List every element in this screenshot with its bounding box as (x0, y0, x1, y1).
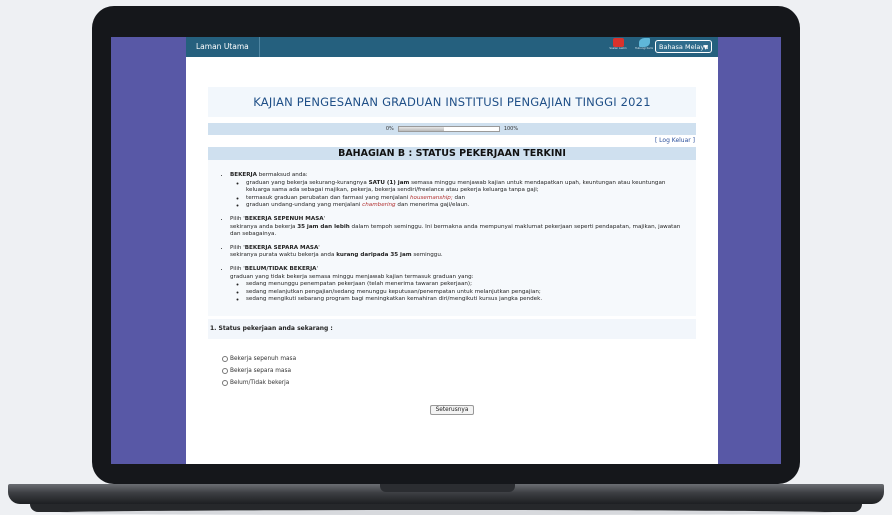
section-title: BAHAGIAN B : STATUS PEKERJAAN TERKINI (208, 147, 696, 160)
language-value: Bahasa Melayu (659, 43, 709, 51)
language-select[interactable]: Bahasa Melayu ▼ (655, 40, 712, 53)
guidance-item-not-working: Pilih 'BELUM/TIDAK BEKERJA' graduan yang… (230, 266, 690, 304)
home-link[interactable]: Laman Utama (186, 37, 260, 57)
status-options: Bekerja sepenuh masa Bekerja separa masa… (208, 339, 696, 389)
laptop-notch (380, 484, 515, 492)
option-full-time[interactable]: Bekerja sepenuh masa (222, 353, 696, 365)
guidance-item-full-time: Pilih 'BEKERJA SEPENUH MASA' sekiranya a… (230, 216, 690, 239)
guidance-item-part-time: Pilih 'BEKERJA SEPARA MASA' sekiranya pu… (230, 245, 690, 260)
progress-bar (397, 126, 500, 132)
laptop-screen: Laman Utama Soalan Lazim Hubungi Kami Ba… (111, 37, 781, 464)
phone-icon (638, 38, 650, 47)
survey-card: KAJIAN PENGESANAN GRADUAN INSTITUSI PENG… (208, 87, 696, 415)
guidance-item-working: BEKERJA bermaksud anda: graduan yang bek… (230, 172, 690, 210)
next-button[interactable]: Seterusnya (429, 404, 475, 415)
survey-page: Laman Utama Soalan Lazim Hubungi Kami Ba… (186, 37, 718, 464)
question-label: 1. Status pekerjaan anda sekarang : (208, 318, 696, 339)
page-title: KAJIAN PENGESANAN GRADUAN INSTITUSI PENG… (208, 87, 696, 117)
progress-row: 0% 100% (208, 123, 696, 135)
option-not-working[interactable]: Belum/Tidak bekerja (222, 377, 696, 389)
radio-button[interactable] (222, 355, 228, 362)
faq-caption: Soalan Lazim (609, 47, 627, 50)
logout-link[interactable]: [ Log Keluar ] (208, 137, 696, 146)
laptop-shadow (60, 510, 832, 515)
radio-button[interactable] (222, 367, 228, 374)
top-icons: Soalan Lazim Hubungi Kami (609, 38, 654, 50)
progress-start-label: 0% (385, 126, 394, 132)
guidance-text: BEKERJA bermaksud anda: graduan yang bek… (208, 160, 696, 316)
contact-caption: Hubungi Kami (634, 47, 654, 50)
option-part-time[interactable]: Bekerja separa masa (222, 365, 696, 377)
progress-fill (398, 127, 444, 131)
chevron-down-icon: ▼ (703, 44, 708, 51)
faq-icon (612, 38, 624, 47)
faq-link[interactable]: Soalan Lazim (609, 38, 627, 50)
progress-end-label: 100% (503, 126, 519, 132)
radio-button[interactable] (222, 379, 228, 386)
contact-link[interactable]: Hubungi Kami (634, 38, 654, 50)
top-navigation-bar: Laman Utama Soalan Lazim Hubungi Kami Ba… (186, 37, 718, 57)
